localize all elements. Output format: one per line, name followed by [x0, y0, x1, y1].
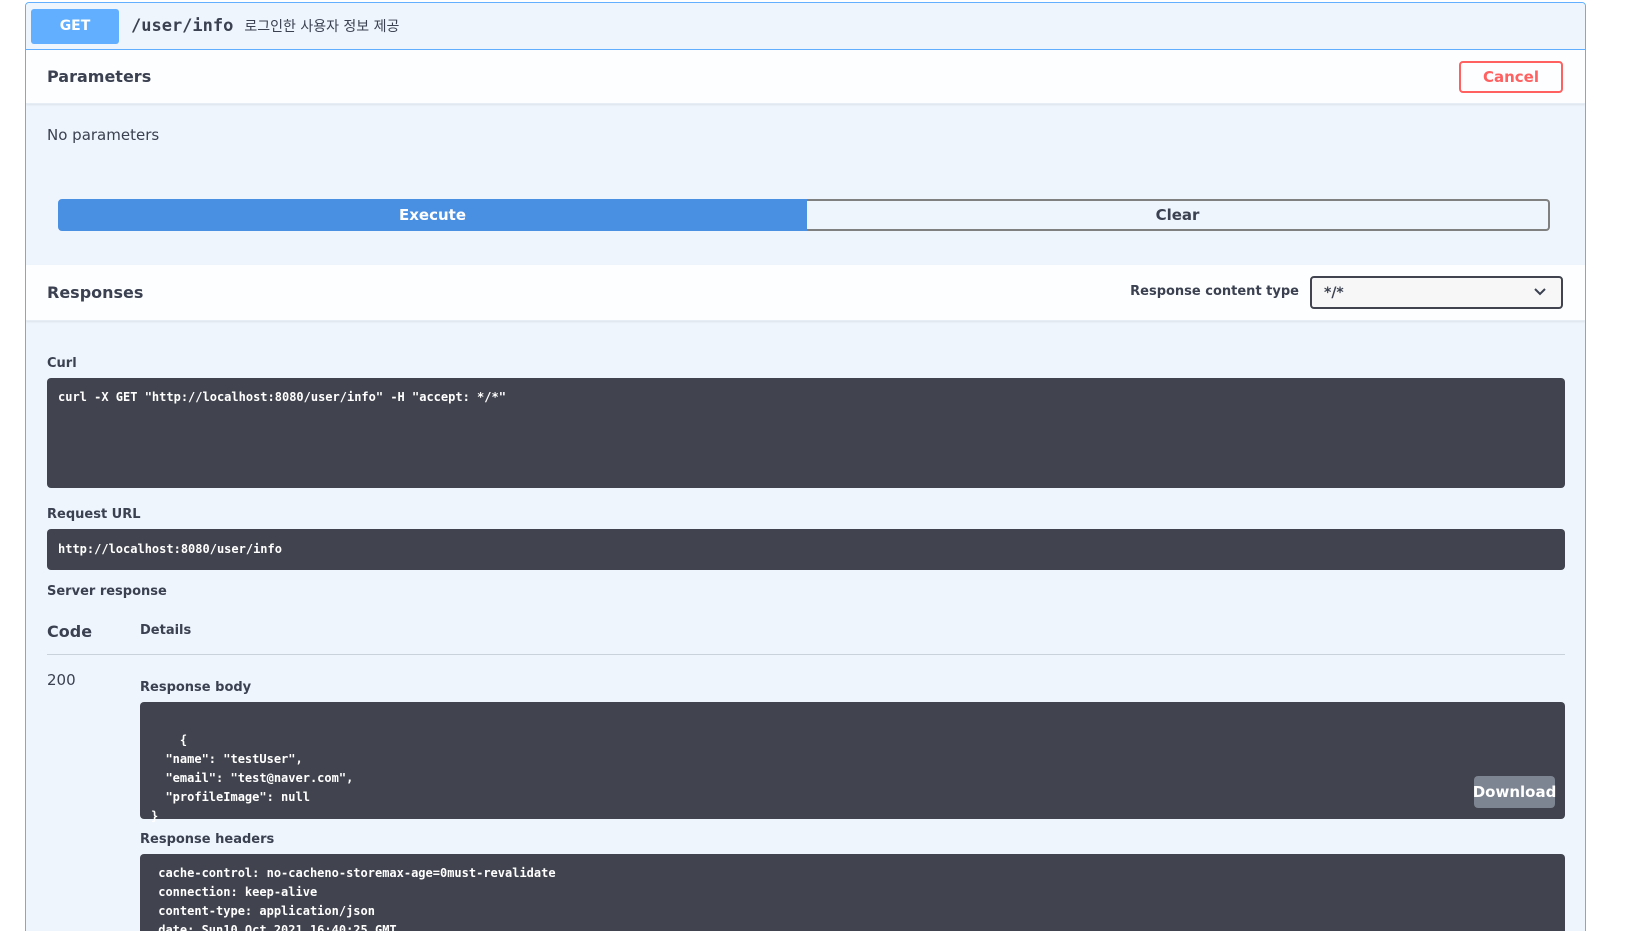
no-parameters-text: No parameters [47, 126, 160, 144]
request-url-box[interactable]: http://localhost:8080/user/info [47, 529, 1565, 570]
download-button[interactable]: Download [1473, 776, 1556, 808]
execute-button[interactable]: Execute [58, 199, 807, 231]
response-headers-label: Response headers [140, 832, 275, 847]
operation-summary[interactable]: GET /user/info 로그인한 사용자 정보 제공 [26, 3, 1585, 50]
server-response-label: Server response [47, 584, 167, 599]
responses-title: Responses [47, 283, 144, 302]
response-body-label: Response body [140, 680, 252, 695]
chevron-down-icon [1534, 288, 1546, 296]
endpoint-description: 로그인한 사용자 정보 제공 [244, 19, 400, 35]
response-status-code: 200 [47, 671, 76, 689]
responses-header: Responses Response content type */* [26, 265, 1585, 321]
parameters-header: Parameters Cancel [26, 50, 1585, 104]
cancel-button[interactable]: Cancel [1459, 61, 1563, 93]
response-table-divider [47, 654, 1565, 655]
response-content-type-value: */* [1324, 284, 1344, 301]
request-url-label: Request URL [47, 507, 141, 522]
response-headers-box[interactable]: cache-control: no-cacheno-storemax-age=0… [140, 854, 1565, 931]
response-content-type-label: Response content type [1130, 284, 1299, 299]
parameters-title: Parameters [47, 67, 152, 86]
response-headers-text: cache-control: no-cacheno-storemax-age=0… [158, 866, 556, 931]
code-column-header: Code [47, 622, 93, 641]
endpoint-path: /user/info [131, 16, 234, 36]
response-body-json: { "name": "testUser", "email": "test@nav… [151, 733, 354, 823]
response-content-type-select[interactable]: */* [1310, 276, 1563, 309]
operation-block-get-user-info: GET /user/info 로그인한 사용자 정보 제공 Parameters… [25, 2, 1586, 931]
clear-button[interactable]: Clear [807, 199, 1550, 231]
execute-wrapper: Execute Clear [58, 199, 1550, 231]
curl-command-box[interactable]: curl -X GET "http://localhost:8080/user/… [47, 378, 1565, 488]
details-column-header: Details [140, 623, 192, 638]
curl-command: curl -X GET "http://localhost:8080/user/… [58, 390, 506, 404]
request-url-value: http://localhost:8080/user/info [58, 542, 282, 556]
curl-label: Curl [47, 356, 77, 371]
http-method-badge: GET [31, 8, 119, 44]
response-body-box[interactable]: { "name": "testUser", "email": "test@nav… [140, 702, 1565, 823]
